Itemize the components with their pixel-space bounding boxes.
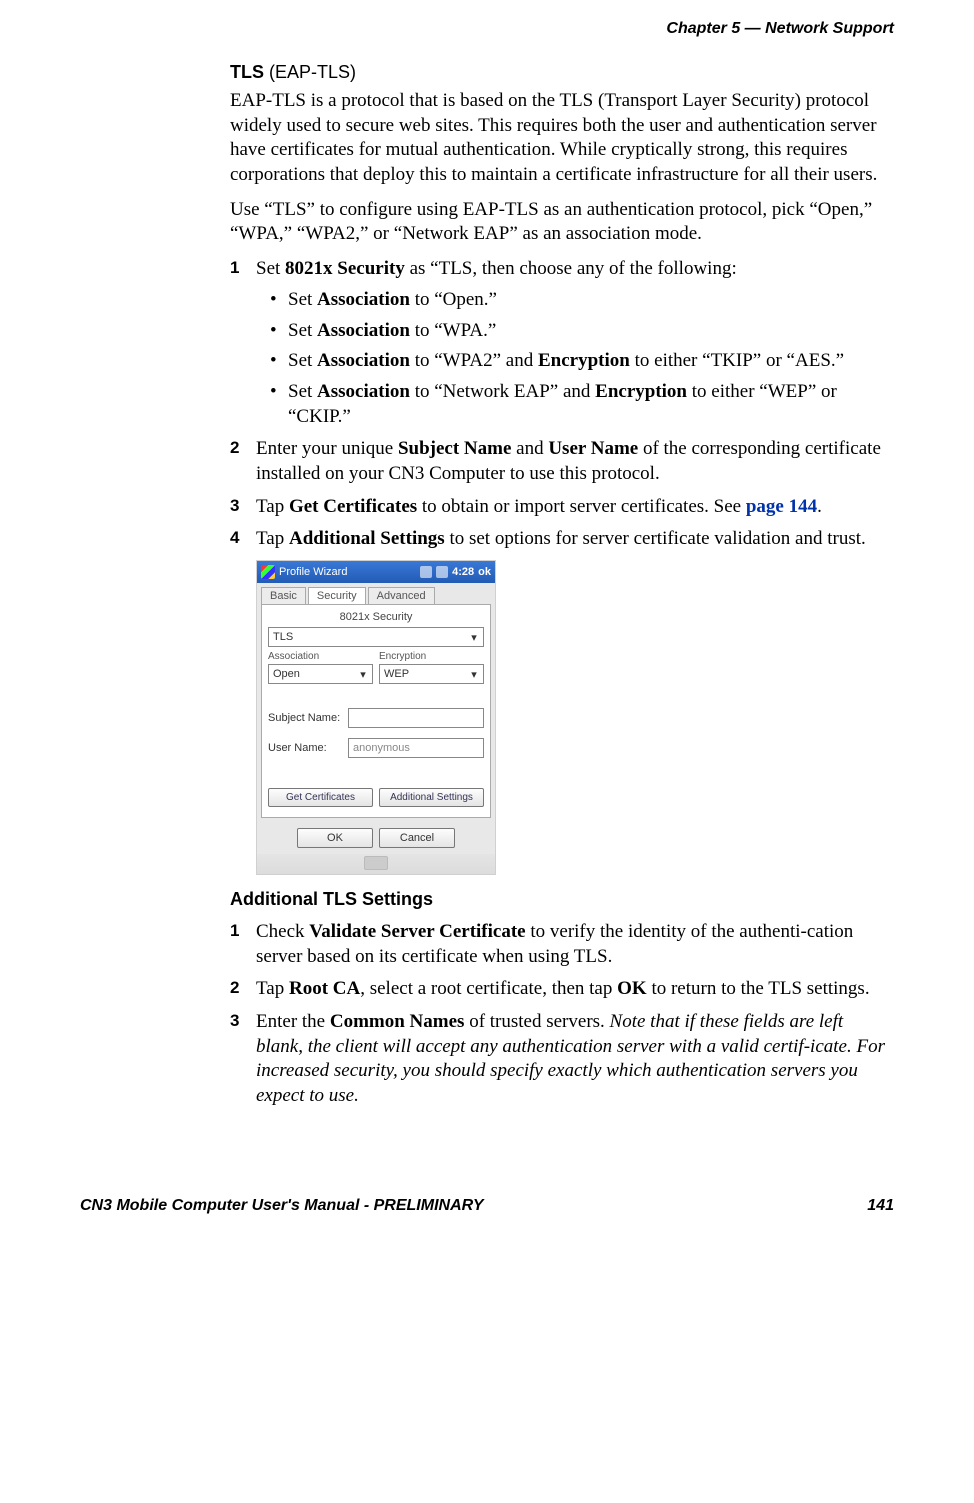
window-titlebar: Profile Wizard 4:28 ok — [257, 561, 495, 583]
step-1: 1 Set 8021x Security as “TLS, then choos… — [230, 257, 894, 429]
subject-name-label: Subject Name: — [268, 712, 348, 724]
keyboard-icon — [364, 856, 388, 870]
bullet-3: Set Association to “WPA2” and Encryption… — [270, 349, 894, 374]
footer-left: CN3 Mobile Computer User's Manual - PREL… — [80, 1197, 484, 1215]
step-number: 4 — [230, 527, 239, 549]
heading-rest: (EAP-TLS) — [264, 62, 356, 82]
tab-basic[interactable]: Basic — [261, 587, 306, 604]
heading-bold: TLS — [230, 62, 264, 82]
section-heading: TLS (EAP-TLS) — [230, 62, 894, 83]
step-3: 3 Tap Get Certificates to obtain or impo… — [230, 495, 894, 520]
tab-advanced[interactable]: Advanced — [368, 587, 435, 604]
step-number: 2 — [230, 977, 239, 999]
ok-softkey[interactable]: ok — [478, 566, 491, 578]
tls-step-2: 2 Tap Root CA, select a root certificate… — [230, 977, 894, 1002]
paragraph-2: Use “TLS” to configure using EAP-TLS as … — [230, 198, 894, 247]
security-select[interactable]: TLS ▾ — [268, 627, 484, 647]
bullet-1: Set Association to “Open.” — [270, 288, 894, 313]
user-name-label: User Name: — [268, 742, 348, 754]
profile-wizard-screenshot: Profile Wizard 4:28 ok Basic Security Ad… — [256, 560, 496, 875]
encryption-select[interactable]: WEP ▾ — [379, 664, 484, 684]
group-label: 8021x Security — [268, 611, 484, 623]
step-number: 3 — [230, 495, 239, 517]
tab-security[interactable]: Security — [308, 587, 366, 604]
bullet-4: Set Association to “Network EAP” and Enc… — [270, 380, 894, 429]
additional-settings-button[interactable]: Additional Settings — [379, 788, 484, 807]
page-number: 141 — [867, 1197, 894, 1215]
get-certificates-button[interactable]: Get Certificates — [268, 788, 373, 807]
start-icon[interactable] — [261, 565, 275, 579]
paragraph-1: EAP-TLS is a protocol that is based on t… — [230, 89, 894, 188]
step-number: 1 — [230, 257, 239, 279]
step-number: 1 — [230, 920, 239, 942]
additional-tls-heading: Additional TLS Settings — [230, 889, 894, 910]
association-select[interactable]: Open ▾ — [268, 664, 373, 684]
tls-step-3: 3 Enter the Common Names of trusted serv… — [230, 1010, 894, 1109]
chevron-down-icon: ▾ — [469, 631, 479, 644]
encryption-label: Encryption — [379, 651, 484, 662]
step-number: 2 — [230, 437, 239, 459]
page-header: Chapter 5 — Network Support — [80, 20, 894, 38]
bullet-2: Set Association to “WPA.” — [270, 319, 894, 344]
step-number: 3 — [230, 1010, 239, 1032]
subject-name-input[interactable] — [348, 708, 484, 728]
sip-keyboard-bar[interactable] — [257, 854, 495, 874]
clock: 4:28 — [452, 566, 474, 578]
association-label: Association — [268, 651, 373, 662]
ok-button[interactable]: OK — [297, 828, 373, 848]
tls-step-1: 1 Check Validate Server Certificate to v… — [230, 920, 894, 969]
window-title: Profile Wizard — [279, 566, 347, 578]
chevron-down-icon: ▾ — [469, 668, 479, 681]
page-link-144[interactable]: page 144 — [746, 496, 817, 517]
user-name-input[interactable]: anonymous — [348, 738, 484, 758]
chevron-down-icon: ▾ — [358, 668, 368, 681]
volume-icon[interactable] — [436, 566, 448, 578]
step-2: 2 Enter your unique Subject Name and Use… — [230, 437, 894, 486]
cancel-button[interactable]: Cancel — [379, 828, 455, 848]
step-4: 4 Tap Additional Settings to set options… — [230, 527, 894, 552]
connectivity-icon[interactable] — [420, 566, 432, 578]
